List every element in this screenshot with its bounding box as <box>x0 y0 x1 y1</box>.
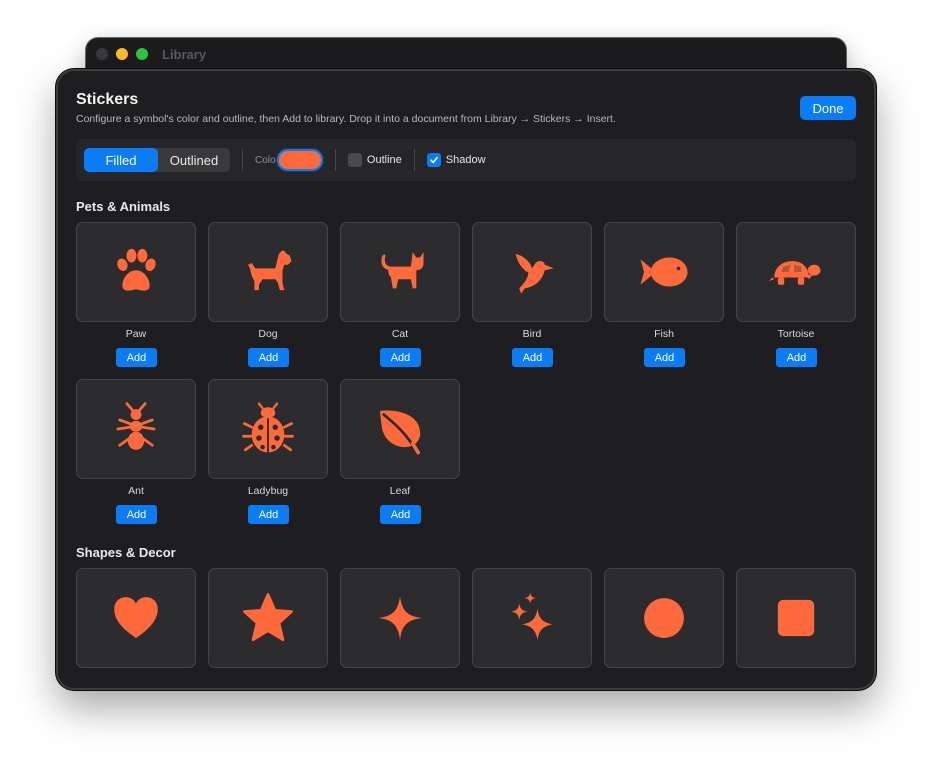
leaf-icon <box>380 410 421 455</box>
section-title-shapes-decor: Shapes & Decor <box>76 545 176 560</box>
sticker-tile-cat[interactable] <box>340 222 460 322</box>
sticker-label-paw: Paw <box>125 328 147 340</box>
heart-icon <box>114 597 158 638</box>
sticker-tile-paw[interactable] <box>76 222 196 322</box>
sticker-label-dog: Dog <box>258 328 278 340</box>
sticker-label-ladybug: Ladybug <box>247 485 289 497</box>
outline-toggle[interactable]: Outline <box>347 153 402 167</box>
fish-icon <box>640 257 688 287</box>
circle-icon <box>644 598 684 638</box>
sticker-tile-bird[interactable] <box>472 222 592 322</box>
sticker-tile-heart[interactable] <box>76 568 196 668</box>
sticker-tile-square[interactable] <box>736 568 856 668</box>
sticker-tile-tortoise[interactable] <box>736 222 856 322</box>
sparkles-icon <box>511 592 553 640</box>
toolbar-divider <box>242 149 243 171</box>
section-title-pets-animals: Pets & Animals <box>76 199 171 214</box>
minimize-window-button[interactable] <box>116 48 128 60</box>
library-titlebar: Library <box>86 38 846 70</box>
sticker-tile-sparkle[interactable] <box>340 568 460 668</box>
sticker-label-bird: Bird <box>522 328 542 340</box>
add-button-bird[interactable]: Add <box>512 348 553 367</box>
color-well[interactable] <box>276 149 323 171</box>
add-button-dog[interactable]: Add <box>248 348 289 367</box>
toolbar-divider <box>334 149 336 171</box>
cat-icon <box>381 252 424 289</box>
paw-icon <box>117 248 156 291</box>
sticker-tile-star[interactable] <box>208 568 328 668</box>
add-button-tortoise[interactable]: Add <box>776 348 817 367</box>
segment-outlined[interactable]: Outlined <box>158 148 230 172</box>
sticker-tile-circle[interactable] <box>604 568 724 668</box>
sheet-title: Stickers <box>76 91 139 108</box>
close-window-button[interactable] <box>96 48 108 60</box>
square-icon <box>777 599 815 637</box>
sticker-tile-ant[interactable] <box>76 379 196 479</box>
dog-icon <box>248 250 292 291</box>
sticker-label-tortoise: Tortoise <box>777 328 815 340</box>
sheet-subtitle: Configure a symbol's color and outline, … <box>76 113 616 125</box>
add-button-ant[interactable]: Add <box>116 505 157 524</box>
toolbar-divider <box>413 149 415 171</box>
sticker-tile-ladybug[interactable] <box>208 379 328 479</box>
done-button[interactable]: Done <box>800 96 856 120</box>
sticker-label-ant: Ant <box>128 485 144 497</box>
add-button-leaf[interactable]: Add <box>380 505 421 524</box>
sticker-label-cat: Cat <box>391 328 409 340</box>
shadow-toggle[interactable]: Shadow <box>426 153 486 167</box>
shadow-label: Shadow <box>445 154 486 166</box>
zoom-window-button[interactable] <box>136 48 148 60</box>
segment-filled[interactable]: Filled <box>84 148 158 172</box>
sticker-label-fish: Fish <box>654 328 674 340</box>
sticker-tile-sparkles[interactable] <box>472 568 592 668</box>
ant-icon <box>116 402 156 450</box>
add-button-paw[interactable]: Add <box>116 348 157 367</box>
add-button-cat[interactable]: Add <box>380 348 421 367</box>
add-button-fish[interactable]: Add <box>644 348 685 367</box>
tortoise-icon <box>768 261 821 285</box>
bird-icon <box>515 253 554 294</box>
style-segmented-control: Filled Outlined <box>84 148 230 172</box>
checkmark-icon <box>429 156 438 164</box>
outline-checkbox[interactable] <box>347 153 362 167</box>
sticker-tile-leaf[interactable] <box>340 379 460 479</box>
add-button-ladybug[interactable]: Add <box>248 505 289 524</box>
sticker-tile-fish[interactable] <box>604 222 724 322</box>
ladybug-icon <box>242 402 294 453</box>
sticker-tile-dog[interactable] <box>208 222 328 322</box>
shadow-checkbox[interactable] <box>426 153 441 167</box>
sticker-toolbar: Filled Outlined Color Outline Shadow <box>76 139 856 181</box>
color-label: Color <box>255 154 279 166</box>
stickers-sheet: Stickers Configure a symbol's color and … <box>56 69 876 690</box>
star-icon <box>243 593 293 642</box>
sparkle-icon <box>378 596 422 640</box>
library-window-title: Library <box>162 46 207 62</box>
sticker-label-leaf: Leaf <box>389 485 411 497</box>
outline-label: Outline <box>366 154 402 166</box>
